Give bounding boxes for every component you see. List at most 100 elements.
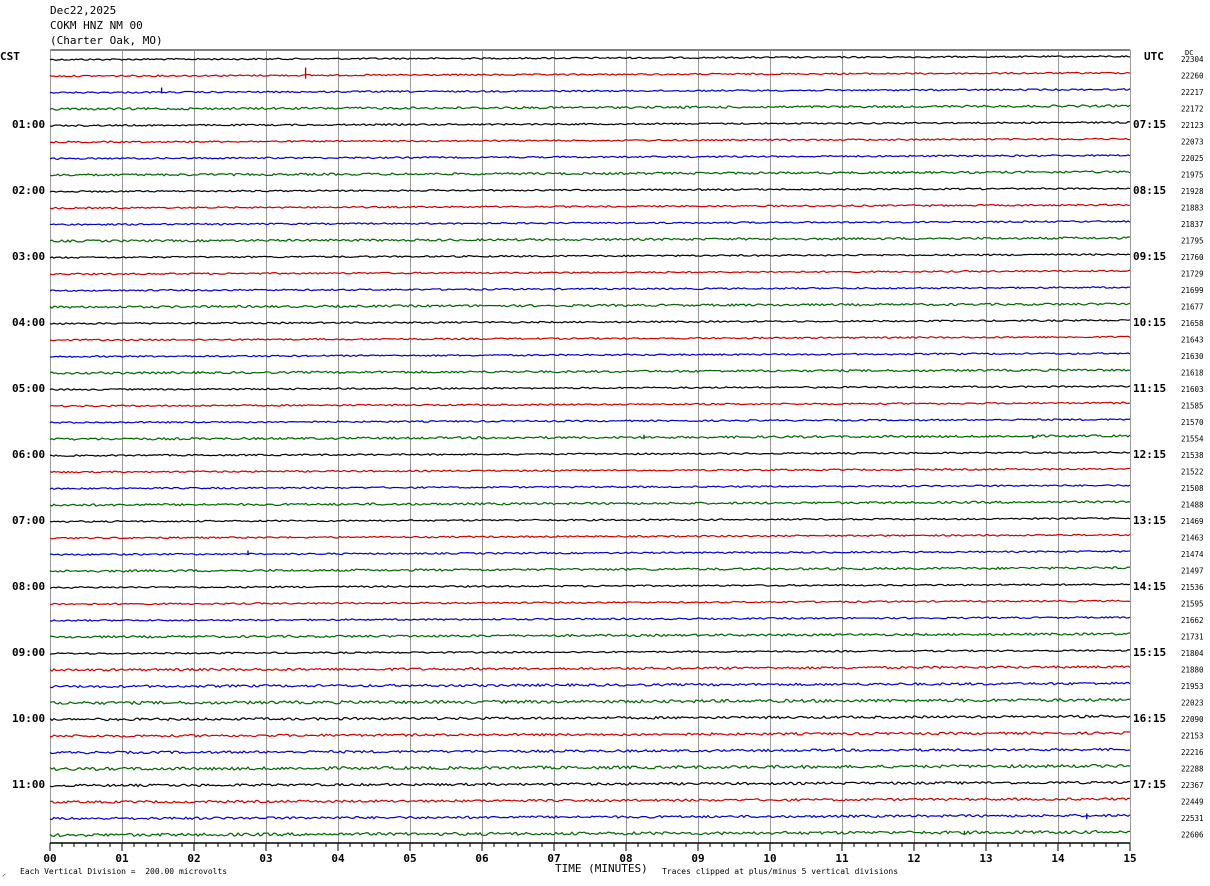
left-hour-label: 08:00 bbox=[12, 580, 45, 593]
dc-offset-value: 21488 bbox=[1181, 501, 1204, 510]
dc-offset-value: 22090 bbox=[1181, 715, 1204, 724]
x-tick-label: 12 bbox=[907, 852, 920, 865]
dc-offset-value: 22153 bbox=[1181, 732, 1204, 741]
right-hour-label: 15:15 bbox=[1133, 646, 1166, 659]
right-hour-label: 10:15 bbox=[1133, 316, 1166, 329]
dc-offset-value: 21928 bbox=[1181, 187, 1204, 196]
dc-offset-value: 22606 bbox=[1181, 831, 1204, 840]
trace-row-18 bbox=[49, 352, 1131, 358]
clip-note: Traces clipped at plus/minus 5 vertical … bbox=[662, 867, 899, 876]
dc-offset-value: 22304 bbox=[1181, 55, 1204, 64]
trace-row-31 bbox=[49, 566, 1131, 573]
trace-row-22 bbox=[49, 418, 1131, 424]
left-hour-label: 02:00 bbox=[12, 184, 45, 197]
trace-row-2 bbox=[49, 87, 1131, 94]
left-hour-label: 10:00 bbox=[12, 712, 45, 725]
dc-offset-value: 21497 bbox=[1181, 567, 1204, 576]
trace-row-25 bbox=[49, 467, 1131, 474]
right-hour-label: 12:15 bbox=[1133, 448, 1166, 461]
dc-offset-value: 22216 bbox=[1181, 748, 1204, 757]
trace-row-30 bbox=[49, 550, 1131, 556]
x-tick-label: 03 bbox=[259, 852, 272, 865]
right-hour-label: 07:15 bbox=[1133, 118, 1166, 131]
trace-row-0 bbox=[49, 55, 1131, 62]
trace-row-44 bbox=[49, 780, 1131, 788]
left-hour-label: 05:00 bbox=[12, 382, 45, 395]
dc-offset-value: 21760 bbox=[1181, 253, 1204, 262]
trace-row-9 bbox=[49, 203, 1131, 210]
trace-row-8 bbox=[49, 186, 1131, 193]
dc-offset-value: 21880 bbox=[1181, 666, 1204, 675]
trace-row-10 bbox=[49, 219, 1131, 226]
dc-offset-value: 22531 bbox=[1181, 814, 1204, 823]
dc-offset-value: 21643 bbox=[1181, 336, 1204, 345]
dc-offset-value: 21630 bbox=[1181, 352, 1204, 361]
dc-offset-value: 21570 bbox=[1181, 418, 1204, 427]
dc-offset-value: 21699 bbox=[1181, 286, 1204, 295]
dc-offset-value: 22025 bbox=[1181, 154, 1204, 163]
trace-row-45 bbox=[49, 797, 1131, 804]
dc-offset-value: 21658 bbox=[1181, 319, 1204, 328]
dc-offset-value: 21953 bbox=[1181, 682, 1204, 691]
dc-offset-value: 21975 bbox=[1181, 171, 1204, 180]
trace-row-38 bbox=[49, 681, 1131, 689]
trace-row-15 bbox=[49, 302, 1131, 309]
trace-row-21 bbox=[49, 401, 1131, 408]
dc-offset-value: 21837 bbox=[1181, 220, 1204, 229]
trace-row-41 bbox=[49, 731, 1131, 738]
trace-row-14 bbox=[49, 286, 1131, 292]
x-tick-label: 06 bbox=[475, 852, 489, 865]
trace-row-1 bbox=[49, 71, 1131, 78]
x-tick-label: 04 bbox=[331, 852, 345, 865]
trace-row-40 bbox=[49, 714, 1131, 722]
trace-row-7 bbox=[49, 170, 1131, 177]
left-hour-label: 03:00 bbox=[12, 250, 45, 263]
x-tick-label: 11 bbox=[835, 852, 849, 865]
dc-offset-value: 22367 bbox=[1181, 781, 1204, 790]
dc-offset-value: 21795 bbox=[1181, 237, 1204, 246]
dc-offset-value: 21585 bbox=[1181, 402, 1204, 411]
x-tick-label: 01 bbox=[115, 852, 129, 865]
dc-offset-value: 22023 bbox=[1181, 699, 1204, 708]
dc-offset-value: 21729 bbox=[1181, 270, 1204, 279]
dc-offset-value: 21469 bbox=[1181, 517, 1204, 526]
dc-offset-value: 21603 bbox=[1181, 385, 1204, 394]
x-tick-label: 02 bbox=[187, 852, 200, 865]
vertical-scale-note: Each Vertical Division = 200.00 microvol… bbox=[20, 867, 228, 876]
dc-offset-value: 21508 bbox=[1181, 484, 1204, 493]
x-tick-label: 05 bbox=[403, 852, 416, 865]
trace-row-32 bbox=[49, 582, 1131, 589]
x-tick-label: 10 bbox=[763, 852, 776, 865]
left-hour-label: 11:00 bbox=[12, 778, 45, 791]
dc-offset-value: 22172 bbox=[1181, 105, 1204, 114]
dc-offset-value: 22073 bbox=[1181, 138, 1204, 147]
left-hour-label: 09:00 bbox=[12, 646, 45, 659]
dc-offset-value: 21536 bbox=[1181, 583, 1204, 592]
trace-row-5 bbox=[49, 137, 1131, 144]
trace-row-23 bbox=[49, 434, 1131, 441]
helicorder-plot: 01:00 02:00 03:00 04:00 05:00 06:00 07:00 08:00… bbox=[12, 49, 1204, 865]
trace-row-16 bbox=[49, 319, 1131, 325]
x-tick-label: 13 bbox=[979, 852, 992, 865]
trace-row-29 bbox=[49, 533, 1131, 540]
trace-row-35 bbox=[49, 632, 1131, 639]
dc-offset-value: 22288 bbox=[1181, 765, 1204, 774]
dc-offset-value: 21677 bbox=[1181, 303, 1204, 312]
right-hour-label: 09:15 bbox=[1133, 250, 1166, 263]
x-axis-title: TIME (MINUTES) bbox=[555, 862, 648, 875]
trace-row-27 bbox=[49, 500, 1131, 507]
left-hour-label: 01:00 bbox=[12, 118, 45, 131]
trace-row-43 bbox=[49, 763, 1131, 772]
trace-row-24 bbox=[49, 451, 1131, 457]
trace-row-19 bbox=[49, 368, 1131, 375]
footer-mark: ⸝ bbox=[2, 869, 6, 878]
trace-row-13 bbox=[49, 269, 1131, 276]
dc-offset-value: 22217 bbox=[1181, 88, 1204, 97]
trace-row-4 bbox=[49, 120, 1131, 127]
dc-offset-value: 21618 bbox=[1181, 369, 1204, 378]
dc-offset-value: 21474 bbox=[1181, 550, 1204, 559]
trace-row-33 bbox=[49, 599, 1131, 606]
trace-row-6 bbox=[49, 154, 1131, 160]
right-hour-label: 17:15 bbox=[1133, 778, 1166, 791]
left-hour-label: 07:00 bbox=[12, 514, 45, 527]
